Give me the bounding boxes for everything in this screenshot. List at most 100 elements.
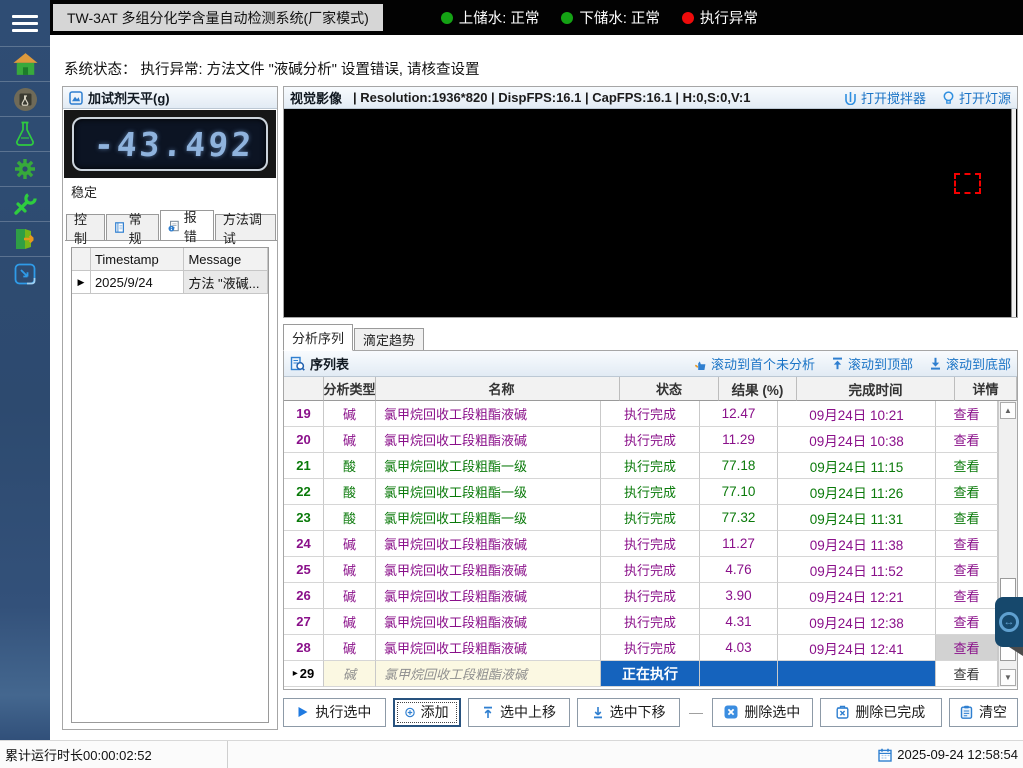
system-status-message: 系统状态： 执行异常: 方法文件 "液碱分析" 设置错误, 请核查设置 [64,62,480,78]
menu-icon[interactable] [0,0,50,46]
sequence-tab-bar: 分析序列 滴定趋势 [283,324,425,351]
cell-name: 氯甲烷回收工段粗酯液碱 [376,401,601,427]
sequence-row[interactable]: 23 酸氯甲烷回收工段粗酯一级 执行完成 77.32 09月24日 11:31 查看 [284,505,998,531]
cell-result [700,661,778,687]
scroll-to-first-unanalyzed-button[interactable]: 滚动到首个未分析 [693,354,815,373]
play-icon [298,707,308,717]
cell-result: 77.18 [700,453,778,479]
action-separator: — [688,704,703,720]
execute-selected-button[interactable]: 执行选中 [283,697,386,727]
titlebar: TW-3AT 多组分化学含量自动检测系统(厂家模式) 上储水: 正常 下储水: … [50,0,1023,35]
sidebar-item-minimize[interactable] [0,256,50,291]
sidebar-item-maintenance[interactable] [0,186,50,221]
roi-rectangle [954,173,981,194]
exit-door-icon [15,229,34,249]
cell-type: 碱 [324,557,376,583]
row-detail-view-link[interactable]: 查看 [936,401,998,427]
open-stirrer-label: 打开搅拌器 [860,91,926,106]
row-detail-view-link[interactable]: 查看 [936,531,998,557]
open-stirrer-button[interactable]: 打开搅拌器 [844,88,926,107]
row-detail-view-link[interactable]: 查看 [936,583,998,609]
sequence-table: 分析类型 名称 状态 结果 (%) 完成时间 详情 19 碱氯甲烷回收工段粗酯液碱… [284,377,1017,688]
rownum-column-header [284,377,324,401]
sidebar-item-exit[interactable] [0,221,50,256]
tab-analysis-sequence[interactable]: 分析序列 [283,324,354,351]
delete-selected-button[interactable]: 删除选中 [711,697,813,727]
sequence-row[interactable]: 19 碱氯甲烷回收工段粗酯液碱 执行完成 12.47 09月24日 10:21 查看 [284,401,998,427]
tab-errors[interactable]: 报错 [159,210,214,244]
clear-button[interactable]: 清空 [948,697,1018,727]
tab-general[interactable]: 常规 [105,212,159,246]
row-detail-view-link[interactable]: 查看 [936,557,998,583]
tab-label: 常规 [128,211,142,246]
scrollbar-up-arrow-icon[interactable]: ▲ [1000,402,1016,419]
remote-control-handle[interactable]: ↔ [995,597,1023,656]
type-column-header: 分析类型 [324,377,376,401]
cell-status: 执行完成 [601,531,700,557]
sequence-row[interactable]: 26 碱氯甲烷回收工段粗酯液碱 执行完成 3.90 09月24日 12:21 查看 [284,583,998,609]
move-selected-up-button[interactable]: 选中上移 [467,697,571,727]
cell-time: 09月24日 11:15 [778,453,936,479]
error-table-header: Timestamp Message [72,248,268,271]
button-label: 删除已完成 [855,704,926,720]
sequence-row[interactable]: 24 碱氯甲烷回收工段粗酯液碱 执行完成 11.27 09月24日 11:38 查看 [284,531,998,557]
sidebar-item-analysis[interactable] [0,116,50,151]
row-marker-column [72,248,91,271]
sequence-row[interactable]: 25 碱氯甲烷回收工段粗酯液碱 执行完成 4.76 09月24日 11:52 查看 [284,557,998,583]
execution-error-status-dot-icon [681,11,694,24]
cell-name: 氯甲烷回收工段粗酯液碱 [376,531,601,557]
cell-result: 77.10 [700,479,778,505]
arrow-down-bar-icon [593,706,602,718]
delete-completed-button[interactable]: 删除已完成 [819,697,942,727]
tab-label: 方法调试 [222,211,262,246]
scroll-to-bottom-button[interactable]: 滚动到底部 [929,354,1011,373]
sequence-row[interactable]: 22 酸氯甲烷回收工段粗酯一级 执行完成 77.10 09月24日 11:26 查看 [284,479,998,505]
indicator-label: 下储水: 正常 [579,11,660,27]
cell-result: 4.76 [700,557,778,583]
video-panel-header: 视觉影像 | Resolution:1936*820 | DispFPS:16.… [284,87,1017,109]
error-timestamp-cell: 2025/9/24 [90,271,185,294]
sequence-row[interactable]: 20 碱氯甲烷回收工段粗酯液碱 执行完成 11.29 09月24日 10:38 查看 [284,427,998,453]
error-table-row[interactable]: ▶ 2025/9/24 方法 "液碱... [72,271,268,294]
sequence-row[interactable]: 27 碱氯甲烷回收工段粗酯液碱 执行完成 4.31 09月24日 12:38 查看 [284,609,998,635]
cell-type: 酸 [324,479,376,505]
row-detail-view-link[interactable]: 查看 [936,661,998,687]
app-title: TW-3AT 多组分化学含量自动检测系统(厂家模式) [53,4,383,31]
sequence-row[interactable]: 28 碱氯甲烷回收工段粗酯液碱 执行完成 4.03 09月24日 12:41 查看 [284,635,998,661]
cell-type: 碱 [324,661,376,687]
sequence-row[interactable]: ▸ 29 碱氯甲烷回收工段粗酯液碱 正在执行 查看 [284,661,998,687]
add-button[interactable]: 添加 [392,697,461,727]
sidebar-item-balance-monitor[interactable] [0,81,50,116]
sequence-panel: 序列表 滚动到首个未分析 滚动到顶部 滚动到底部 分析类型 名称 状态 结果 (… [283,350,1018,690]
status-indicators: 上储水: 正常 下储水: 正常 执行异常 [440,7,758,28]
cell-status: 执行完成 [601,427,700,453]
cell-name: 氯甲烷回收工段粗酯一级 [376,453,601,479]
tab-method-debug[interactable]: 方法调试 [214,212,276,246]
row-detail-view-link[interactable]: 查看 [936,453,998,479]
open-light-button[interactable]: 打开灯源 [942,88,1011,107]
cell-status: 执行完成 [601,583,700,609]
tab-control[interactable]: 控制 [66,212,105,246]
row-detail-view-link[interactable]: 查看 [936,479,998,505]
current-row-marker-icon: ▶ [72,271,91,294]
row-detail-view-link[interactable]: 查看 [936,427,998,453]
balance-icon [69,90,83,105]
datetime-label: 2025-09-24 12:58:54 [897,747,1018,762]
cell-name: 氯甲烷回收工段粗酯一级 [376,479,601,505]
video-scrollbar[interactable] [1011,109,1016,317]
row-detail-view-link[interactable]: 查看 [936,635,998,661]
tab-titration-trend[interactable]: 滴定趋势 [354,328,425,351]
cell-num: 23 [284,505,324,531]
sidebar-item-settings[interactable] [0,151,50,186]
row-detail-view-link[interactable]: 查看 [936,609,998,635]
left-tab-bar: 控制 常规 报错 方法调试 [65,210,277,246]
row-detail-view-link[interactable]: 查看 [936,505,998,531]
scrollbar-down-arrow-icon[interactable]: ▼ [1000,669,1016,686]
move-selected-down-button[interactable]: 选中下移 [577,697,680,727]
indicator-label: 执行异常 [699,11,758,27]
cell-time: 09月24日 12:38 [778,609,936,635]
scroll-to-top-button[interactable]: 滚动到顶部 [831,354,913,373]
sequence-row[interactable]: 21 酸氯甲烷回收工段粗酯一级 执行完成 77.18 09月24日 11:15 查看 [284,453,998,479]
sidebar-item-home[interactable] [0,46,50,81]
cell-type: 碱 [324,401,376,427]
